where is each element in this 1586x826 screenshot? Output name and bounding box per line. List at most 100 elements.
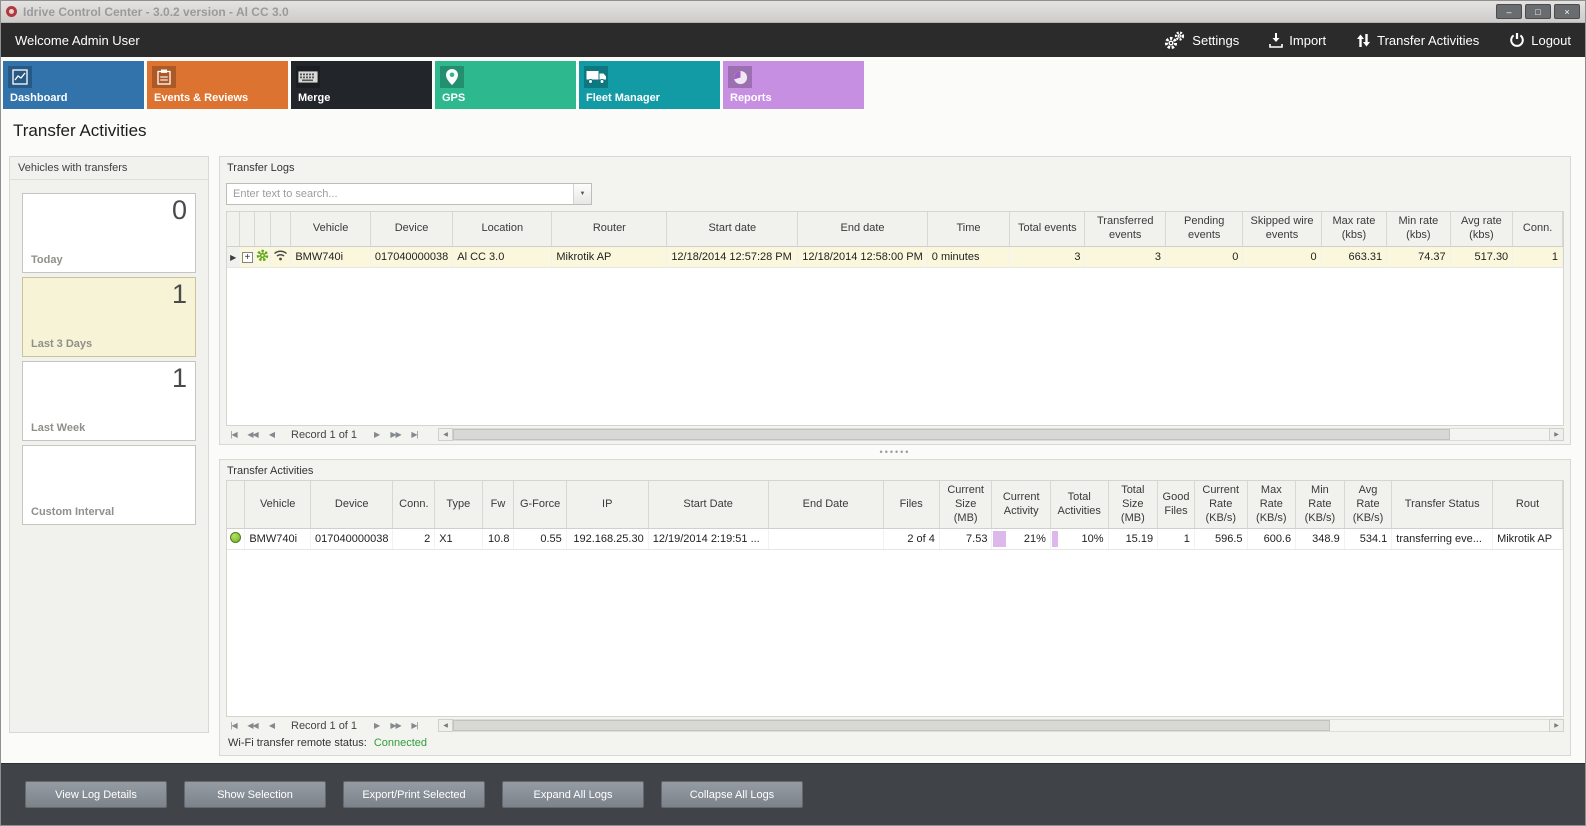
interval-card-last-week[interactable]: 1Last Week	[22, 361, 196, 441]
pager-next-button[interactable]: ▶	[369, 721, 384, 730]
panel-splitter[interactable]: ••••••	[219, 445, 1571, 458]
column-header-ip[interactable]: IP	[566, 481, 648, 529]
nav-tile-dashboard[interactable]: Dashboard	[3, 61, 144, 109]
pager-next-button[interactable]: ▶	[369, 430, 384, 439]
column-header-type[interactable]: Type	[435, 481, 482, 529]
collapse-all-logs-button[interactable]: Collapse All Logs	[661, 781, 803, 808]
nav-tile-reports[interactable]: Reports	[723, 61, 864, 109]
column-header-good-files[interactable]: Good Files	[1158, 481, 1195, 529]
column-header-total-size[interactable]: Total Size (MB)	[1108, 481, 1158, 529]
pager-prev-button[interactable]: ◀	[264, 721, 279, 730]
column-header-time[interactable]: Time	[927, 212, 1009, 246]
view-log-details-button[interactable]: View Log Details	[25, 781, 167, 808]
column-header-vehicle[interactable]: Vehicle	[245, 481, 311, 529]
expand-icon[interactable]: +	[240, 246, 255, 267]
column-header-end-date[interactable]: End Date	[768, 481, 883, 529]
column-header-status	[227, 481, 245, 529]
pager-first-button[interactable]: |◀	[226, 430, 241, 439]
column-header-conn[interactable]: Conn.	[393, 481, 435, 529]
column-header-avg-rate[interactable]: Avg Rate (KB/s)	[1344, 481, 1392, 529]
column-header-files[interactable]: Files	[883, 481, 939, 529]
column-header-current-rate[interactable]: Current Rate (KB/s)	[1194, 481, 1247, 529]
search-input[interactable]	[227, 184, 573, 204]
scrollbar-thumb[interactable]	[453, 429, 1450, 440]
cell-min-rate: 348.9	[1296, 529, 1345, 550]
nav-tile-fleet-manager[interactable]: Fleet Manager	[579, 61, 720, 109]
column-header-start-date[interactable]: Start date	[667, 212, 798, 246]
scroll-left-button[interactable]: ◀	[438, 428, 453, 441]
pager-fast-prev-button[interactable]: ◀◀	[245, 721, 260, 730]
column-header-skipped-wire-events[interactable]: Skipped wire events	[1243, 212, 1321, 246]
column-header-fw[interactable]: Fw	[482, 481, 514, 529]
logout-button[interactable]: Logout	[1509, 32, 1571, 48]
scrollbar-track[interactable]	[453, 719, 1549, 732]
column-header-pending-events[interactable]: Pending events	[1166, 212, 1243, 246]
pager-last-button[interactable]: ▶|	[407, 721, 422, 730]
row-arrow-icon[interactable]: ▶	[227, 246, 240, 267]
column-header-max-rate[interactable]: Max Rate (KB/s)	[1247, 481, 1296, 529]
settings-button[interactable]: Settings	[1162, 31, 1239, 50]
grid-row[interactable]: ▶+BMW740i017040000038Al CC 3.0Mikrotik A…	[227, 246, 1563, 267]
card-value: 0	[172, 195, 187, 226]
grid-row[interactable]: BMW740i0170400000382X110.80.55192.168.25…	[227, 529, 1563, 550]
pager-prev-button[interactable]: ◀	[264, 430, 279, 439]
pager-last-button[interactable]: ▶|	[407, 430, 422, 439]
column-header-g-force[interactable]: G-Force	[514, 481, 566, 529]
column-header-router[interactable]: Router	[552, 212, 667, 246]
close-button[interactable]: ×	[1554, 4, 1580, 19]
scroll-right-button[interactable]: ▶	[1549, 719, 1564, 732]
column-header-vehicle[interactable]: Vehicle	[291, 212, 371, 246]
column-header-total-events[interactable]: Total events	[1010, 212, 1085, 246]
column-header-router[interactable]: Rout	[1493, 481, 1563, 529]
column-header-current-size[interactable]: Current Size (MB)	[939, 481, 992, 529]
topbar-actions: Settings Import Transfer Activities Logout	[1132, 31, 1571, 50]
column-header-start-date[interactable]: Start Date	[648, 481, 768, 529]
scrollbar-track[interactable]	[453, 428, 1549, 441]
combo-dropdown-icon[interactable]: ▼	[573, 184, 591, 204]
column-header-transfer-status[interactable]: Transfer Status	[1392, 481, 1493, 529]
pager-fast-prev-button[interactable]: ◀◀	[245, 430, 260, 439]
column-header-device[interactable]: Device	[311, 481, 393, 529]
cell-avg-rate: 517.30	[1450, 246, 1513, 267]
pager-fast-next-button[interactable]: ▶▶	[388, 721, 403, 730]
minimize-button[interactable]: –	[1496, 4, 1522, 19]
scrollbar-thumb[interactable]	[453, 720, 1330, 731]
card-label: Custom Interval	[31, 506, 114, 518]
column-header-current-activity[interactable]: Current Activity	[992, 481, 1050, 529]
sidebar-title: Vehicles with transfers	[10, 157, 208, 180]
nav-tile-merge[interactable]: Merge	[291, 61, 432, 109]
events-reviews-icon	[152, 66, 176, 88]
scroll-left-button[interactable]: ◀	[438, 719, 453, 732]
export-print-selected-button[interactable]: Export/Print Selected	[343, 781, 485, 808]
column-header-conn[interactable]: Conn.	[1513, 212, 1563, 246]
import-button[interactable]: Import	[1269, 33, 1326, 48]
column-header-device[interactable]: Device	[370, 212, 452, 246]
card-value: 1	[172, 279, 187, 310]
logout-icon	[1509, 32, 1525, 48]
column-header-location[interactable]: Location	[453, 212, 552, 246]
import-label: Import	[1289, 33, 1326, 48]
column-header-end-date[interactable]: End date	[798, 212, 927, 246]
column-header-min-rate[interactable]: Min rate (kbs)	[1387, 212, 1450, 246]
expand-all-logs-button[interactable]: Expand All Logs	[502, 781, 644, 808]
nav-tile-events-reviews[interactable]: Events & Reviews	[147, 61, 288, 109]
card-value: 1	[172, 363, 187, 394]
maximize-button[interactable]: □	[1525, 4, 1551, 19]
pager-fast-next-button[interactable]: ▶▶	[388, 430, 403, 439]
interval-card-last-3-days[interactable]: 1Last 3 Days	[22, 277, 196, 357]
column-header-min-rate[interactable]: Min Rate (KB/s)	[1296, 481, 1345, 529]
column-header-avg-rate[interactable]: Avg rate (kbs)	[1450, 212, 1513, 246]
nav-tiles: DashboardEvents & ReviewsMergeGPSFleet M…	[3, 61, 864, 109]
column-header-max-rate[interactable]: Max rate (kbs)	[1321, 212, 1387, 246]
interval-card-today[interactable]: 0Today	[22, 193, 196, 273]
transfer-logs-panel: Transfer Logs ▼ VehicleDeviceLocationRou…	[219, 156, 1571, 445]
show-selection-button[interactable]: Show Selection	[184, 781, 326, 808]
scroll-right-button[interactable]: ▶	[1549, 428, 1564, 441]
green-dot-icon	[227, 529, 245, 550]
column-header-transferred-events[interactable]: Transferred events	[1085, 212, 1166, 246]
interval-card-custom-interval[interactable]: Custom Interval	[22, 445, 196, 525]
transfer-activities-button[interactable]: Transfer Activities	[1356, 33, 1479, 48]
column-header-total-activities[interactable]: Total Activities	[1050, 481, 1108, 529]
pager-first-button[interactable]: |◀	[226, 721, 241, 730]
nav-tile-gps[interactable]: GPS	[435, 61, 576, 109]
